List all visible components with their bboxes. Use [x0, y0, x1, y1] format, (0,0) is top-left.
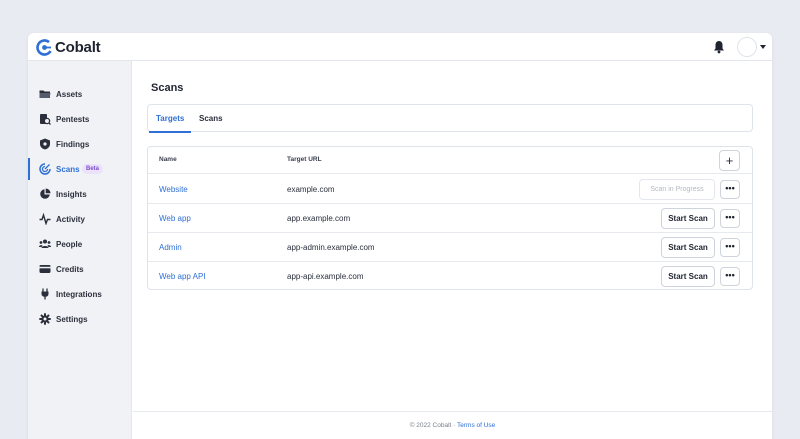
- sidebar: Assets Pentests Findings Scans Beta Insi…: [28, 61, 132, 439]
- table-row: Website example.com Scan in Progress •••: [148, 175, 752, 204]
- target-url: app-admin.example.com: [287, 243, 375, 252]
- tab-targets[interactable]: Targets: [149, 105, 192, 133]
- sidebar-item-label: Assets: [56, 89, 83, 99]
- sidebar-item-pentests[interactable]: Pentests: [28, 108, 132, 130]
- more-options-button[interactable]: •••: [720, 180, 740, 199]
- sidebar-item-label: Scans: [56, 164, 80, 174]
- table-row: Admin app-admin.example.com Start Scan •…: [148, 233, 752, 262]
- activity-icon: [39, 213, 51, 225]
- app-window: Cobalt Assets Pentests Findings Scans Be…: [28, 33, 772, 439]
- plus-icon: +: [725, 153, 734, 168]
- sidebar-item-people[interactable]: People: [28, 233, 132, 255]
- tab-scans[interactable]: Scans: [192, 105, 230, 132]
- column-header-target-url: Target URL: [287, 156, 322, 163]
- sidebar-item-label: Activity: [56, 214, 85, 224]
- start-scan-button[interactable]: Start Scan: [661, 208, 715, 229]
- sidebar-item-settings[interactable]: Settings: [28, 308, 132, 330]
- table-header: Name Target URL +: [148, 147, 752, 174]
- terms-of-use-link[interactable]: Terms of Use: [457, 422, 495, 429]
- start-scan-button[interactable]: Start Scan: [661, 237, 715, 258]
- footer: © 2022 Cobalt · Terms of Use: [133, 411, 772, 439]
- sidebar-item-insights[interactable]: Insights: [28, 183, 132, 205]
- pentest-icon: [40, 114, 51, 125]
- tab-bar: Targets Scans: [147, 104, 753, 133]
- sidebar-item-scans[interactable]: Scans Beta: [28, 158, 132, 180]
- plug-icon: [41, 288, 49, 300]
- main-content: Scans Targets Scans Name Target URL + We…: [133, 61, 772, 439]
- sidebar-item-label: Credits: [56, 264, 84, 274]
- start-scan-button[interactable]: Start Scan: [661, 266, 715, 287]
- scan-icon: [39, 163, 51, 175]
- top-bar: Cobalt: [28, 33, 772, 61]
- more-options-button[interactable]: •••: [720, 267, 740, 286]
- target-name-link[interactable]: Website: [159, 185, 188, 194]
- avatar[interactable]: [737, 37, 757, 57]
- folder-icon: [39, 90, 51, 98]
- add-target-button[interactable]: +: [719, 150, 740, 171]
- sidebar-item-label: Pentests: [56, 114, 90, 124]
- target-name-link[interactable]: Admin: [159, 243, 182, 252]
- targets-table: Name Target URL + Website example.com Sc…: [147, 146, 753, 290]
- column-header-name: Name: [159, 156, 177, 163]
- sidebar-item-activity[interactable]: Activity: [28, 208, 132, 230]
- bell-icon[interactable]: [713, 40, 725, 54]
- shield-icon: [40, 138, 50, 150]
- sidebar-item-credits[interactable]: Credits: [28, 258, 132, 280]
- sidebar-item-findings[interactable]: Findings: [28, 133, 132, 155]
- table-row: Web app app.example.com Start Scan •••: [148, 204, 752, 233]
- more-options-button[interactable]: •••: [720, 209, 740, 228]
- scan-in-progress-button: Scan in Progress: [639, 179, 715, 200]
- target-name-link[interactable]: Web app API: [159, 272, 206, 281]
- people-icon: [39, 239, 51, 248]
- chevron-down-icon: [760, 45, 766, 49]
- sidebar-item-label: Integrations: [56, 289, 102, 299]
- brand-logo[interactable]: Cobalt: [36, 38, 101, 56]
- gear-icon: [39, 313, 51, 325]
- sidebar-item-assets[interactable]: Assets: [28, 83, 132, 105]
- beta-badge: Beta: [82, 164, 104, 174]
- more-options-button[interactable]: •••: [720, 238, 740, 257]
- sidebar-item-label: People: [56, 239, 83, 249]
- sidebar-item-integrations[interactable]: Integrations: [28, 283, 132, 305]
- brand-name: Cobalt: [55, 38, 101, 56]
- credit-card-icon: [39, 265, 51, 273]
- sidebar-item-label: Settings: [56, 314, 88, 324]
- target-url: app-api.example.com: [287, 272, 364, 281]
- footer-copyright: © 2022 Cobalt ·: [409, 422, 457, 429]
- table-row: Web app API app-api.example.com Start Sc…: [148, 262, 752, 291]
- sidebar-item-label: Findings: [56, 139, 90, 149]
- cobalt-logo-icon: [36, 38, 53, 56]
- target-url: example.com: [287, 185, 335, 194]
- sidebar-item-label: Insights: [56, 189, 87, 199]
- pie-chart-icon: [40, 188, 51, 199]
- page-title: Scans: [151, 82, 184, 94]
- user-menu[interactable]: [737, 37, 766, 57]
- target-url: app.example.com: [287, 214, 351, 223]
- target-name-link[interactable]: Web app: [159, 214, 191, 223]
